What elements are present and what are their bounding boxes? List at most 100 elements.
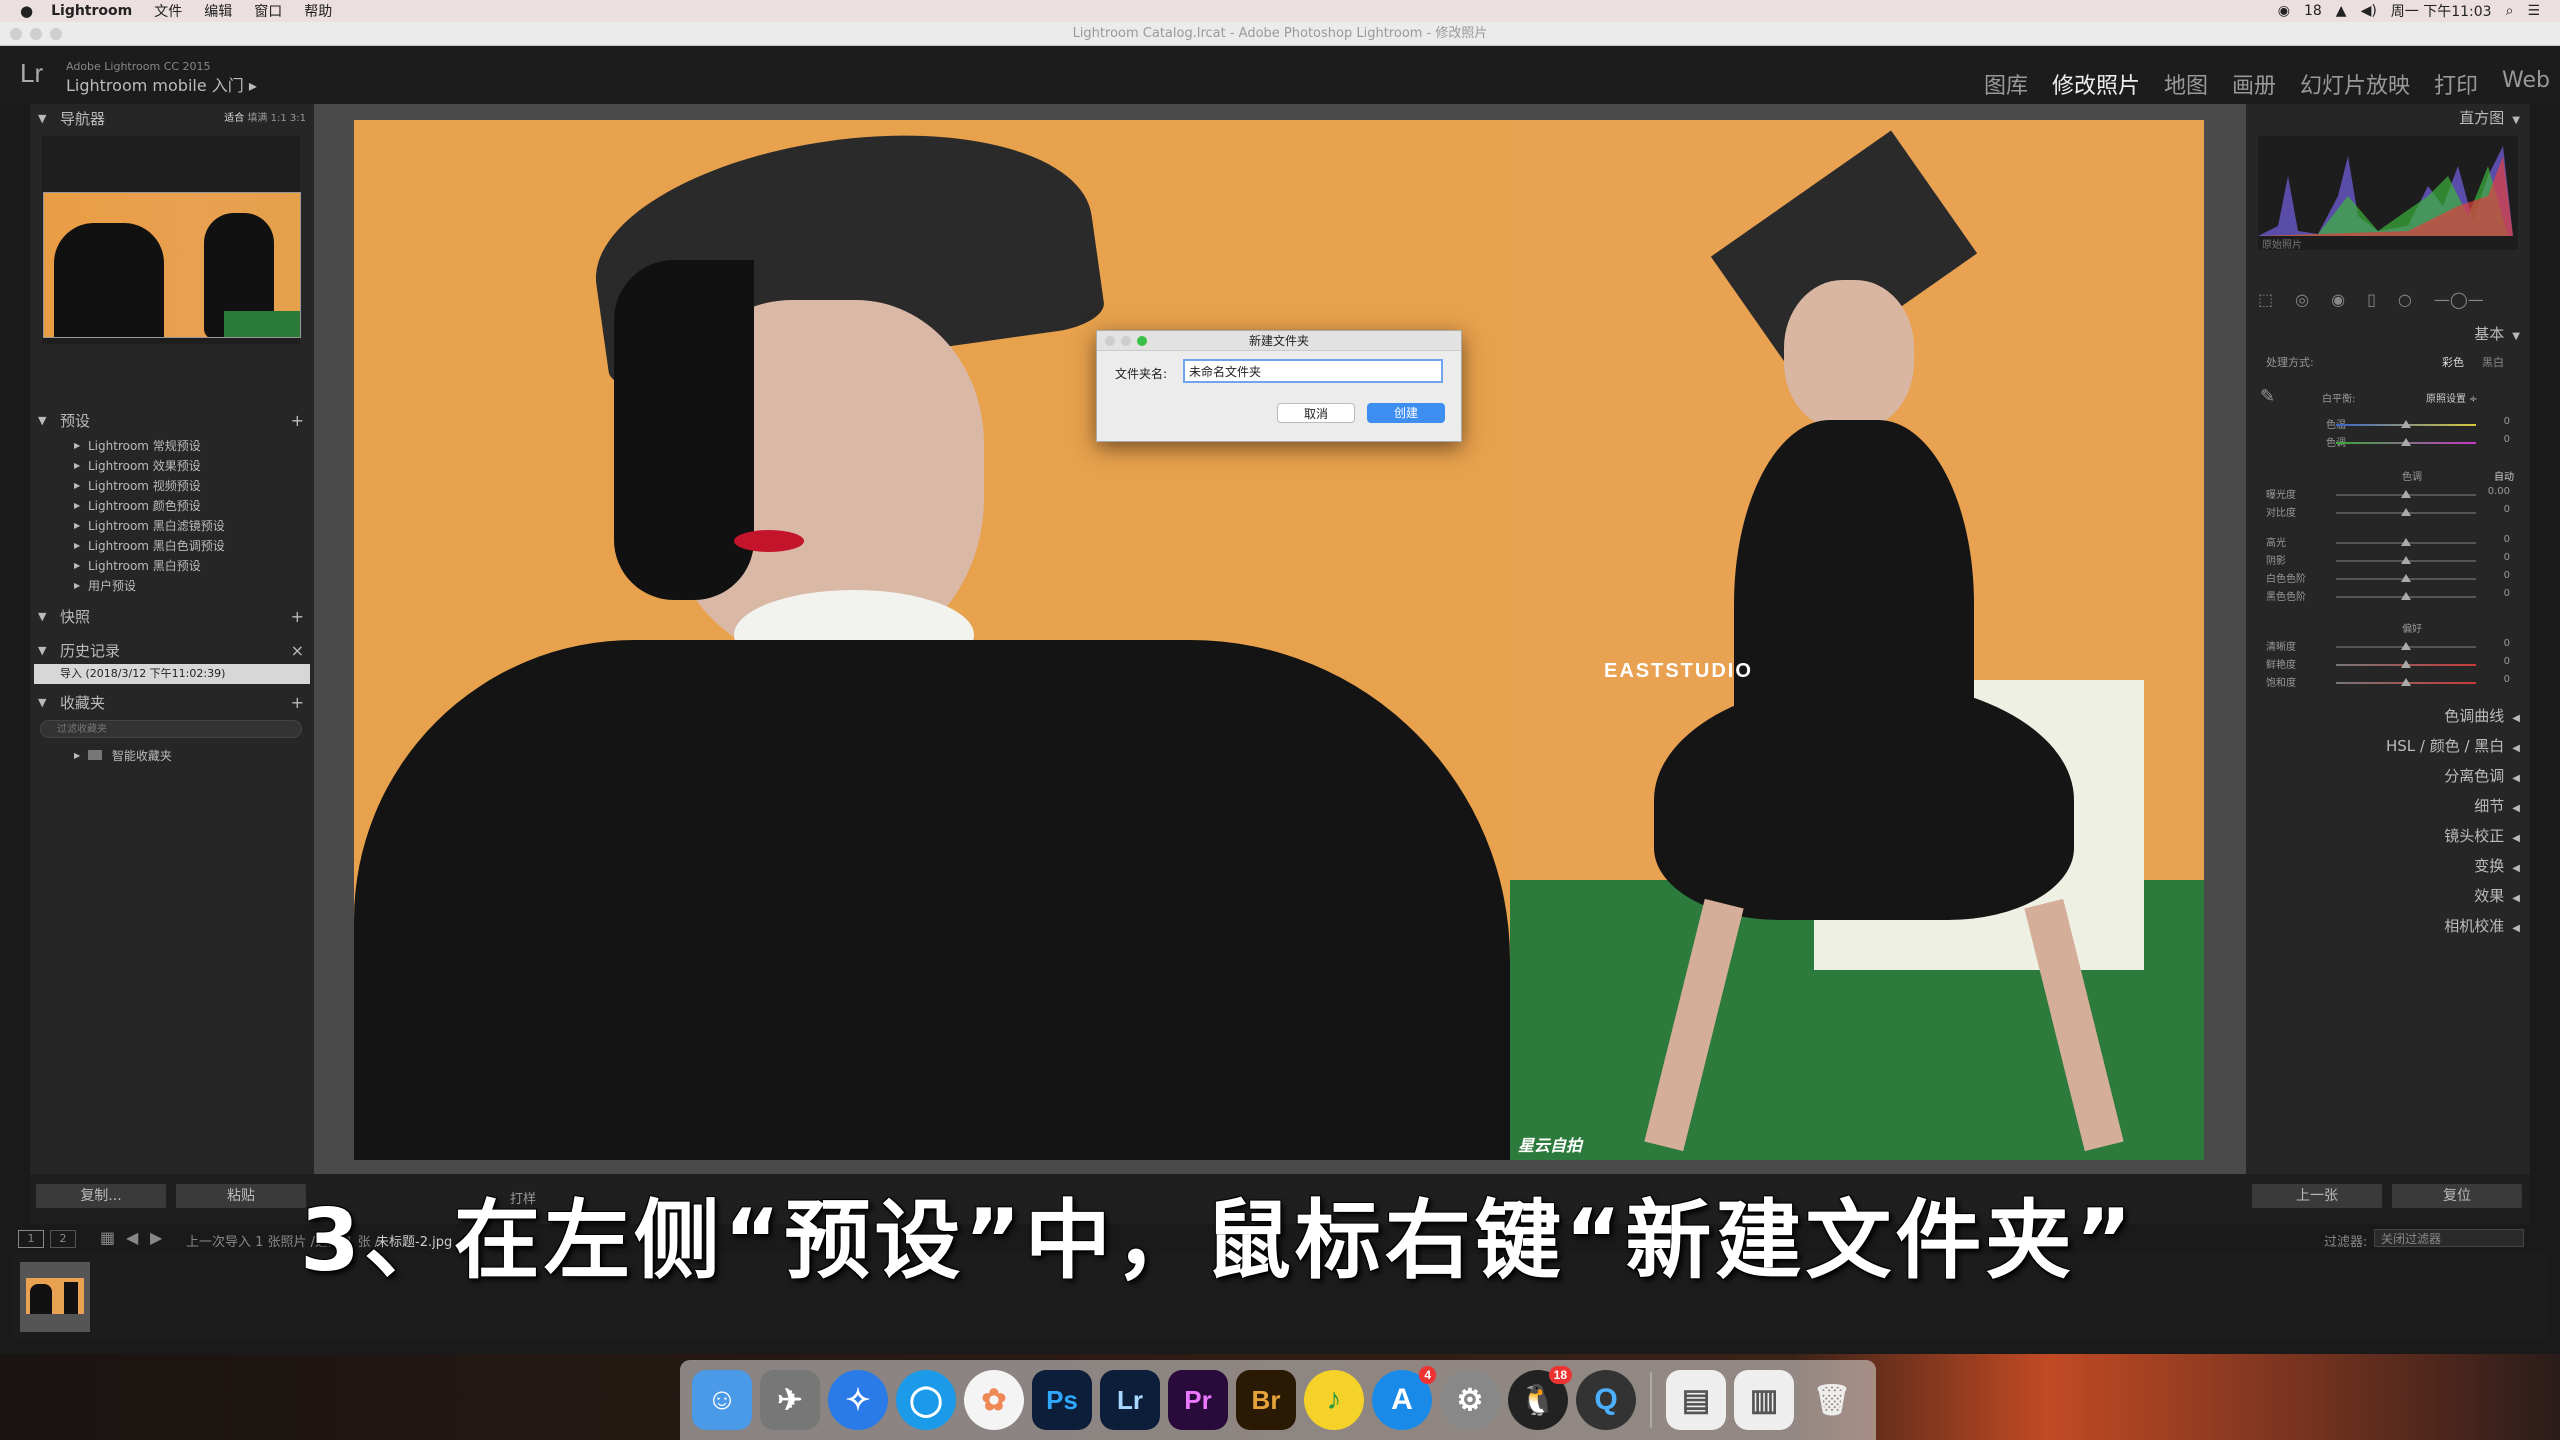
slider-knob[interactable] [2401, 678, 2411, 686]
basic-header[interactable]: 基本 ▼ [2474, 322, 2520, 346]
menu-window[interactable]: 窗口 [254, 1, 282, 21]
menu-file[interactable]: 文件 [154, 1, 182, 21]
music-icon[interactable]: ♪ [1304, 1370, 1364, 1430]
documents-stack-icon[interactable]: ▥ [1734, 1370, 1794, 1430]
filter-select[interactable]: 关闭过滤器 [2374, 1229, 2524, 1247]
preset-folder[interactable]: ▶ Lightroom 效果预设 [74, 456, 201, 476]
preset-folder[interactable]: ▶ Lightroom 黑白色调预设 [74, 536, 225, 556]
slider-temp[interactable]: 色温0 [2256, 416, 2514, 434]
menu-edit[interactable]: 编辑 [204, 1, 232, 21]
slider-knob[interactable] [2401, 556, 2411, 564]
dialog-minimize-icon[interactable] [1121, 336, 1131, 346]
slider-knob[interactable] [2401, 420, 2411, 428]
smart-collections[interactable]: ▶ 智能收藏夹 [74, 746, 172, 766]
history-header[interactable]: ▼ 历史记录 × [30, 638, 314, 664]
paste-settings-button[interactable]: 粘贴 [176, 1184, 306, 1208]
histogram-header[interactable]: 直方图 ▼ [2459, 106, 2520, 130]
slider-highlights[interactable]: 高光 0 [2256, 534, 2514, 552]
module-slideshow[interactable]: 幻灯片放映 [2300, 68, 2410, 100]
slider-knob[interactable] [2401, 660, 2411, 668]
add-preset-icon[interactable]: + [291, 408, 304, 434]
slider-tint[interactable]: 色调0 [2256, 434, 2514, 452]
apple-icon[interactable]: ● [20, 2, 33, 20]
zoom-fill[interactable]: 填满 [247, 113, 267, 124]
create-button[interactable]: 创建 [1367, 403, 1445, 423]
q-app-icon[interactable]: Q [1576, 1370, 1636, 1430]
notification-count[interactable]: 18 [2304, 3, 2322, 19]
forward-arrow-icon[interactable]: ▶ [150, 1228, 162, 1247]
lr-mobile-link[interactable]: Lightroom mobile 入门 ▸ [66, 72, 257, 96]
bridge-icon[interactable]: Br [1236, 1370, 1296, 1430]
search-icon[interactable]: ⌕ [2506, 3, 2514, 19]
hsl-header[interactable]: HSL / 颜色 / 黑白 ◀ [2386, 734, 2520, 758]
module-library[interactable]: 图库 [1984, 68, 2028, 100]
slider-knob[interactable] [2401, 574, 2411, 582]
copy-settings-button[interactable]: 复制... [36, 1184, 166, 1208]
window-2-button[interactable]: 2 [50, 1230, 76, 1248]
volume-icon[interactable]: ◀) [2361, 3, 2377, 19]
snapshots-header[interactable]: ▼ 快照 + [30, 604, 314, 630]
slider-knob[interactable] [2401, 592, 2411, 600]
collections-header[interactable]: ▼ 收藏夹 + [30, 690, 314, 716]
premiere-icon[interactable]: Pr [1168, 1370, 1228, 1430]
navigator-thumbnail[interactable] [43, 192, 301, 338]
slider-exposure[interactable]: 曝光度 0.00 [2256, 486, 2514, 504]
module-print[interactable]: 打印 [2434, 68, 2478, 100]
slider-saturation[interactable]: 饱和度 0 [2256, 674, 2514, 692]
filmstrip-thumbnail[interactable] [20, 1262, 90, 1332]
preset-folder[interactable]: ▶ Lightroom 颜色预设 [74, 496, 201, 516]
safari-icon[interactable]: ✧ [828, 1370, 888, 1430]
cancel-button[interactable]: 取消 [1277, 403, 1355, 423]
slider-clarity[interactable]: 清晰度 0 [2256, 638, 2514, 656]
dialog-zoom-icon[interactable] [1137, 336, 1147, 346]
add-snapshot-icon[interactable]: + [291, 604, 304, 630]
wifi-icon[interactable]: ▲ [2336, 3, 2347, 19]
history-entry[interactable]: 导入 (2018/3/12 下午11:02:39) [34, 664, 310, 684]
camera-calibration-header[interactable]: 相机校准 ◀ [2444, 914, 2520, 938]
previous-button[interactable]: 上一张 [2252, 1184, 2382, 1208]
menu-app[interactable]: Lightroom [51, 3, 132, 19]
photo-canvas[interactable]: EASTSTUDIO 星云自拍 [354, 120, 2204, 1160]
zoom-1to1[interactable]: 1:1 [271, 113, 287, 124]
qq-icon[interactable]: 🐧 18 [1508, 1366, 1572, 1430]
eyedropper-icon[interactable]: ✎ [2260, 386, 2275, 407]
module-map[interactable]: 地图 [2164, 68, 2208, 100]
module-develop[interactable]: 修改照片 [2052, 68, 2140, 100]
module-web[interactable]: Web [2502, 68, 2550, 100]
brush-icon[interactable]: —◯— [2434, 290, 2484, 309]
slider-vibrance[interactable]: 鲜艳度 0 [2256, 656, 2514, 674]
close-window-icon[interactable] [10, 28, 22, 40]
collection-search-input[interactable] [40, 720, 302, 738]
preset-folder[interactable]: ▶ Lightroom 黑白滤镜预设 [74, 516, 225, 536]
detail-header[interactable]: 细节 ◀ [2474, 794, 2520, 818]
minimize-window-icon[interactable] [30, 28, 42, 40]
preset-folder[interactable]: ▶ 用户预设 [74, 576, 136, 596]
clock[interactable]: 周一 下午11:03 [2391, 1, 2492, 21]
tone-curve-header[interactable]: 色调曲线 ◀ [2444, 704, 2520, 728]
slider-knob[interactable] [2401, 490, 2411, 498]
slider-shadows[interactable]: 阴影 0 [2256, 552, 2514, 570]
slider-knob[interactable] [2401, 508, 2411, 516]
finder-icon[interactable]: ☺ [692, 1370, 752, 1430]
wb-select[interactable]: 原照设置 ÷ [2426, 390, 2478, 405]
record-icon[interactable]: ◉ [2278, 3, 2290, 19]
clear-history-icon[interactable]: × [291, 638, 304, 664]
slider-blacks[interactable]: 黑色色阶 0 [2256, 588, 2514, 606]
effects-header[interactable]: 效果 ◀ [2474, 884, 2520, 908]
treatment-bw[interactable]: 黑白 [2482, 354, 2504, 370]
treatment-color[interactable]: 彩色 [2442, 354, 2464, 370]
trash-icon[interactable]: 🗑 [1802, 1370, 1862, 1430]
module-book[interactable]: 画册 [2232, 68, 2276, 100]
folder-name-input[interactable] [1183, 359, 1443, 383]
lens-corrections-header[interactable]: 镜头校正 ◀ [2444, 824, 2520, 848]
reset-button[interactable]: 复位 [2392, 1184, 2522, 1208]
zoom-window-icon[interactable] [50, 28, 62, 40]
preset-folder[interactable]: ▶ Lightroom 视频预设 [74, 476, 201, 496]
slider-knob[interactable] [2401, 538, 2411, 546]
zoom-3to1[interactable]: 3:1 [290, 113, 306, 124]
add-collection-icon[interactable]: + [291, 690, 304, 716]
preset-folder[interactable]: ▶ Lightroom 黑白预设 [74, 556, 201, 576]
photoshop-icon[interactable]: Ps [1032, 1370, 1092, 1430]
slider-knob[interactable] [2401, 438, 2411, 446]
preview-doc-icon[interactable]: ▤ [1666, 1370, 1726, 1430]
